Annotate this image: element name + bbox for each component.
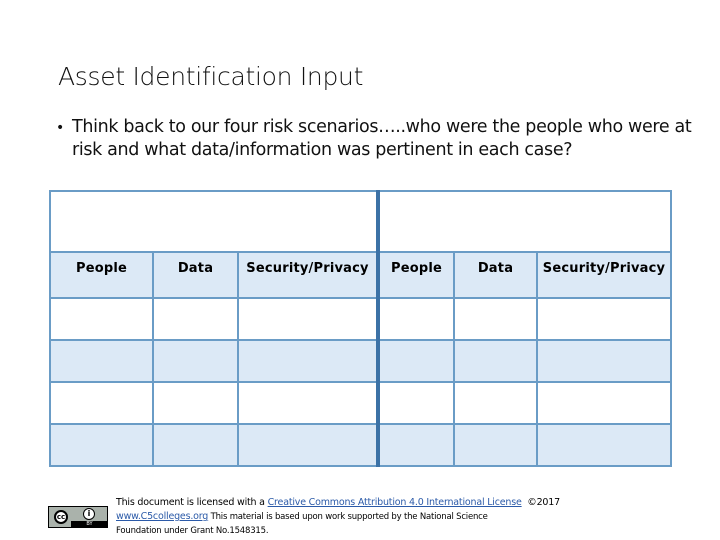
license-prefix: This document is licensed with a: [116, 497, 268, 508]
table-cell[interactable]: [152, 423, 239, 467]
header-label: Data: [477, 261, 514, 276]
table-cell[interactable]: [152, 381, 239, 425]
table-cell[interactable]: [237, 381, 379, 425]
license-line-3: Foundation under Grant No.1548315.: [116, 526, 269, 536]
header-label: People: [390, 261, 443, 276]
header-label: Security/Privacy: [246, 261, 369, 276]
table-cell[interactable]: [49, 339, 154, 383]
table-cell[interactable]: [536, 381, 672, 425]
table-cell[interactable]: [49, 297, 154, 341]
by-label: BY: [71, 521, 108, 528]
grant-text: This material is based upon work support…: [208, 512, 488, 522]
header-data-1: Data: [152, 251, 239, 299]
header-security-privacy-1: Security/Privacy: [237, 251, 379, 299]
header-label: Data: [177, 261, 214, 276]
c5colleges-link[interactable]: www.C5colleges.org: [116, 511, 208, 522]
table-cell[interactable]: [152, 297, 239, 341]
table-cell[interactable]: [453, 381, 538, 425]
table-cell[interactable]: [237, 297, 379, 341]
table-row: [49, 297, 672, 341]
header-label: People: [75, 261, 128, 276]
table-cell[interactable]: [49, 423, 154, 467]
attribution-person-icon: i: [83, 508, 95, 520]
header-label: Security/Privacy: [542, 261, 666, 276]
table-cell[interactable]: [376, 423, 455, 467]
table-cell[interactable]: [237, 339, 379, 383]
cc-by-license-icon[interactable]: cc i BY: [48, 506, 108, 528]
license-line-2: www.C5colleges.org This material is base…: [116, 510, 560, 524]
creative-commons-link[interactable]: Creative Commons Attribution 4.0 Interna…: [268, 497, 522, 508]
copyright-year: ©2017: [521, 497, 560, 508]
table-cell[interactable]: [536, 423, 672, 467]
table-row: [49, 423, 672, 467]
bullet-point: • Think back to our four risk scenarios….…: [56, 116, 712, 161]
header-security-privacy-2: Security/Privacy: [536, 251, 672, 299]
header-people-1: People: [49, 251, 154, 299]
license-line-1: This document is licensed with a Creativ…: [116, 496, 560, 510]
asset-table: People Data Security/Privacy People Data…: [49, 190, 672, 467]
group-cell-1[interactable]: [49, 190, 379, 253]
group-cell-2[interactable]: [376, 190, 672, 253]
table-cell[interactable]: [453, 423, 538, 467]
table-cell[interactable]: [536, 339, 672, 383]
table-row: [49, 339, 672, 383]
table-cell[interactable]: [536, 297, 672, 341]
table-row: [49, 381, 672, 425]
license-text: This document is licensed with a Creativ…: [116, 496, 560, 538]
table-cell[interactable]: [376, 339, 455, 383]
table-cell[interactable]: [453, 339, 538, 383]
table-cell[interactable]: [152, 339, 239, 383]
header-data-2: Data: [453, 251, 538, 299]
table-cell[interactable]: [237, 423, 379, 467]
slide-title: Asset Identification Input: [58, 62, 364, 91]
table-cell[interactable]: [49, 381, 154, 425]
table-header-row: People Data Security/Privacy People Data…: [49, 251, 672, 299]
table-group-row: [49, 190, 672, 253]
table-cell[interactable]: [376, 297, 455, 341]
bullet-icon: •: [56, 120, 64, 136]
bullet-text: Think back to our four risk scenarios…..…: [72, 117, 692, 160]
table-cell[interactable]: [453, 297, 538, 341]
header-people-2: People: [376, 251, 455, 299]
cc-icon: cc: [54, 510, 68, 524]
table-cell[interactable]: [376, 381, 455, 425]
